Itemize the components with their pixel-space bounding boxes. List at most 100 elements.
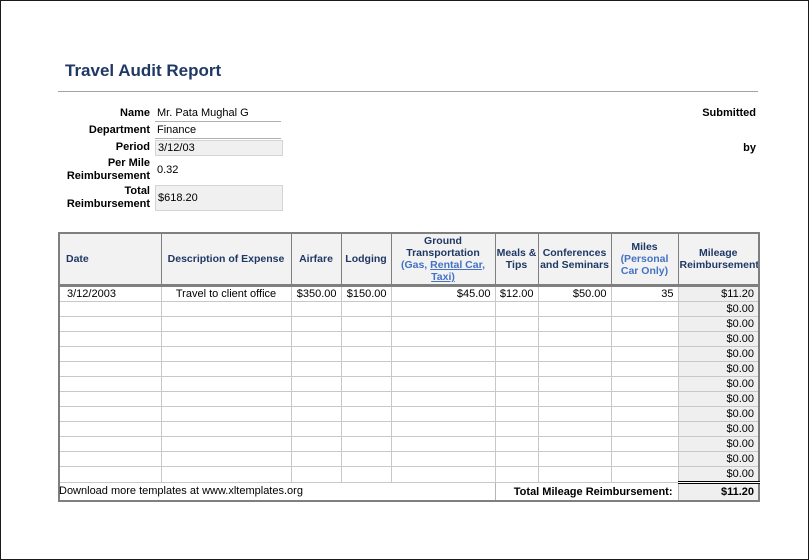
cell[interactable] (160, 301, 292, 318)
cell[interactable] (290, 406, 342, 423)
cell-date[interactable]: 3/12/2003 (58, 285, 162, 303)
cell[interactable]: $0.00 (677, 376, 760, 393)
cell[interactable]: $0.00 (677, 466, 760, 484)
cell[interactable] (610, 301, 679, 318)
cell[interactable] (340, 451, 392, 468)
cell[interactable] (494, 301, 539, 318)
cell[interactable] (160, 346, 292, 363)
cell[interactable] (340, 466, 392, 484)
cell[interactable] (290, 331, 342, 348)
cell[interactable] (160, 331, 292, 348)
cell-airfare[interactable]: $350.00 (290, 285, 342, 303)
cell[interactable] (160, 451, 292, 468)
cell[interactable] (58, 406, 162, 423)
cell[interactable] (610, 316, 679, 333)
cell[interactable] (58, 436, 162, 453)
cell[interactable] (494, 346, 539, 363)
department-field[interactable]: Finance (155, 123, 281, 139)
cell[interactable] (494, 391, 539, 408)
cell[interactable] (390, 466, 496, 484)
cell[interactable] (390, 436, 496, 453)
cell[interactable] (290, 421, 342, 438)
cell[interactable] (160, 361, 292, 378)
cell[interactable] (340, 436, 392, 453)
cell[interactable] (537, 451, 612, 468)
cell[interactable] (290, 301, 342, 318)
cell[interactable]: $0.00 (677, 436, 760, 453)
cell[interactable] (494, 316, 539, 333)
cell[interactable] (494, 421, 539, 438)
cell[interactable] (160, 421, 292, 438)
cell[interactable] (160, 466, 292, 484)
cell[interactable] (58, 421, 162, 438)
cell[interactable] (290, 436, 342, 453)
cell[interactable] (340, 331, 392, 348)
cell[interactable] (537, 376, 612, 393)
cell[interactable] (610, 466, 679, 484)
cell-meals-tips[interactable]: $12.00 (494, 285, 539, 303)
cell[interactable] (390, 406, 496, 423)
cell[interactable] (494, 436, 539, 453)
cell[interactable] (58, 391, 162, 408)
cell[interactable] (494, 466, 539, 484)
cell[interactable] (390, 301, 496, 318)
cell[interactable] (290, 316, 342, 333)
total-reimbursement-field[interactable]: $618.20 (155, 185, 283, 211)
cell[interactable] (58, 301, 162, 318)
cell[interactable] (610, 406, 679, 423)
cell[interactable] (340, 361, 392, 378)
cell[interactable] (340, 316, 392, 333)
cell[interactable] (290, 346, 342, 363)
cell[interactable] (610, 376, 679, 393)
cell[interactable] (340, 406, 392, 423)
cell[interactable] (58, 451, 162, 468)
cell[interactable] (160, 376, 292, 393)
cell[interactable] (58, 376, 162, 393)
cell[interactable] (160, 406, 292, 423)
cell[interactable]: $0.00 (677, 361, 760, 378)
cell[interactable] (290, 451, 342, 468)
cell[interactable] (537, 466, 612, 484)
cell[interactable] (610, 451, 679, 468)
period-field[interactable]: 3/12/03 (155, 139, 283, 156)
cell[interactable] (610, 421, 679, 438)
cell[interactable] (340, 421, 392, 438)
cell[interactable] (390, 451, 496, 468)
cell[interactable] (494, 361, 539, 378)
cell[interactable] (340, 391, 392, 408)
cell[interactable] (160, 436, 292, 453)
cell[interactable] (58, 331, 162, 348)
cell[interactable] (537, 436, 612, 453)
cell[interactable] (537, 361, 612, 378)
cell[interactable]: $0.00 (677, 331, 760, 348)
cell[interactable] (537, 301, 612, 318)
cell[interactable]: $0.00 (677, 451, 760, 468)
cell[interactable] (610, 436, 679, 453)
cell[interactable] (610, 331, 679, 348)
cell[interactable] (290, 361, 342, 378)
cell-ground-transportation[interactable]: $45.00 (390, 285, 496, 303)
cell[interactable] (340, 301, 392, 318)
cell[interactable] (290, 466, 342, 484)
cell[interactable] (58, 466, 162, 484)
cell[interactable] (390, 361, 496, 378)
cell[interactable] (160, 316, 292, 333)
cell[interactable]: $0.00 (677, 391, 760, 408)
cell[interactable] (537, 331, 612, 348)
cell[interactable] (58, 316, 162, 333)
per-mile-field[interactable]: 0.32 (155, 163, 281, 178)
cell[interactable] (290, 391, 342, 408)
cell-lodging[interactable]: $150.00 (340, 285, 392, 303)
total-mileage-value[interactable]: $11.20 (677, 481, 760, 502)
cell[interactable] (537, 316, 612, 333)
cell[interactable]: $0.00 (677, 346, 760, 363)
cell[interactable]: $0.00 (677, 406, 760, 423)
cell[interactable] (390, 391, 496, 408)
cell[interactable]: $0.00 (677, 316, 760, 333)
cell-conferences[interactable]: $50.00 (537, 285, 612, 303)
cell[interactable] (537, 406, 612, 423)
cell[interactable] (494, 406, 539, 423)
cell[interactable] (160, 391, 292, 408)
cell[interactable] (537, 346, 612, 363)
cell[interactable] (610, 361, 679, 378)
